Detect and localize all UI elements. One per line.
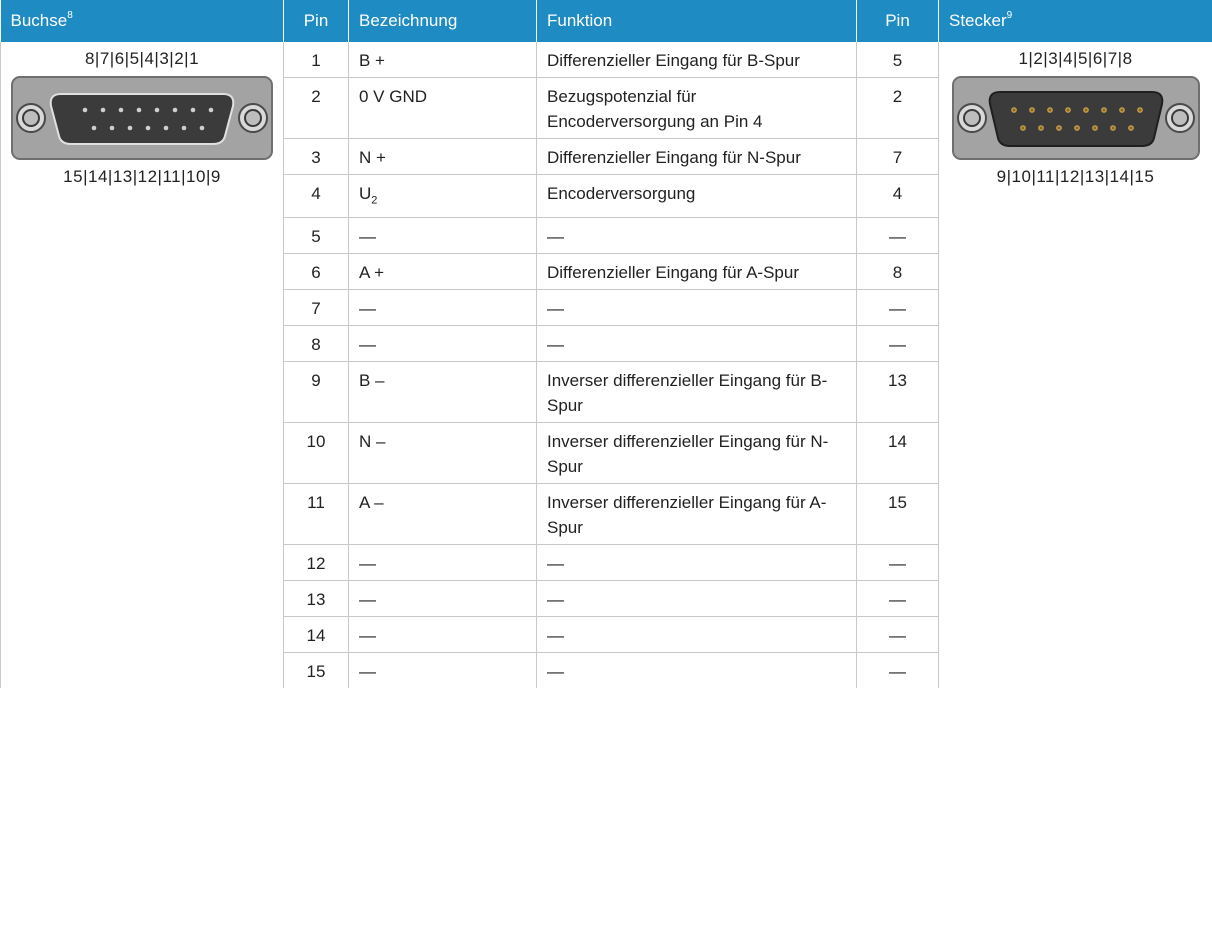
stecker-pin-cell: — xyxy=(856,652,939,689)
stecker-pin-cell: — xyxy=(856,217,939,255)
stecker-pin-cell: 4 xyxy=(856,174,939,219)
stecker-bottom-pin-label: 9|10|11|12|13|14|15 xyxy=(996,167,1155,186)
pin-assignment-table: Buchse8 Pin Bezeichnung Funktion Pin Ste… xyxy=(0,0,1212,689)
stecker-pin-cell: 15 xyxy=(856,483,939,546)
bezeichnung-cell: — xyxy=(348,217,537,255)
funktion-cell: Differenzieller Eingang für A-Spur xyxy=(536,253,857,291)
funktion-cell: — xyxy=(536,580,857,618)
pin-cell: 15 xyxy=(283,652,349,689)
header-bezeichnung: Bezeichnung xyxy=(348,0,537,42)
stecker-top-pin-label: 1|2|3|4|5|6|7|8 xyxy=(1018,49,1133,68)
funktion-cell: — xyxy=(536,544,857,582)
funktion-cell: — xyxy=(536,652,857,689)
male-connector-icon xyxy=(951,76,1200,160)
pin-cell: 1 xyxy=(283,42,349,78)
funktion-cell: — xyxy=(536,289,857,327)
bezeichnung-cell: B – xyxy=(348,361,537,424)
pin-cell: 13 xyxy=(283,580,349,618)
header-stecker: Stecker9 xyxy=(938,0,1212,42)
stecker-pin-cell: — xyxy=(856,616,939,654)
bezeichnung-cell: 0 V GND xyxy=(348,77,537,139)
stecker-pin-cell: 8 xyxy=(856,253,939,291)
buchse-cell: 8|7|6|5|4|3|2|1 15|14|13|12|11|10|9 xyxy=(0,42,284,689)
pin-cell: 2 xyxy=(283,77,349,139)
funktion-cell: Differenzieller Eingang für N-Spur xyxy=(536,138,857,175)
pin-cell: 8 xyxy=(283,325,349,363)
female-connector-icon xyxy=(11,76,273,160)
funktion-cell: Inverser differenzieller Eingang für A-S… xyxy=(536,483,857,546)
pin-cell: 4 xyxy=(283,174,349,219)
funktion-cell: — xyxy=(536,217,857,255)
bezeichnung-cell: A + xyxy=(348,253,537,291)
bezeichnung-cell: U2 xyxy=(348,174,537,219)
bezeichnung-cell: B + xyxy=(348,42,537,78)
funktion-cell: Inverser differenzieller Eingang für N-S… xyxy=(536,422,857,485)
pin-cell: 10 xyxy=(283,422,349,485)
bezeichnung-cell: — xyxy=(348,544,537,582)
funktion-cell: Bezugspotenzial für Encoderversorgung an… xyxy=(536,77,857,139)
stecker-pin-cell: 13 xyxy=(856,361,939,424)
pin-cell: 9 xyxy=(283,361,349,424)
bezeichnung-cell: — xyxy=(348,580,537,618)
bezeichnung-cell: — xyxy=(348,289,537,327)
pin-cell: 12 xyxy=(283,544,349,582)
bezeichnung-cell: N + xyxy=(348,138,537,175)
stecker-pin-cell: 5 xyxy=(856,42,939,78)
stecker-pin-cell: — xyxy=(856,325,939,363)
stecker-pin-cell: 2 xyxy=(856,77,939,139)
pin-cell: 6 xyxy=(283,253,349,291)
buchse-top-pin-label: 8|7|6|5|4|3|2|1 xyxy=(84,49,200,68)
table-header-row: Buchse8 Pin Bezeichnung Funktion Pin Ste… xyxy=(0,0,1212,42)
header-pin: Pin xyxy=(283,0,349,42)
pin-cell: 3 xyxy=(283,138,349,175)
bezeichnung-cell: — xyxy=(348,325,537,363)
funktion-cell: Differenzieller Eingang für B-Spur xyxy=(536,42,857,78)
funktion-cell: — xyxy=(536,325,857,363)
stecker-pin-cell: — xyxy=(856,544,939,582)
bezeichnung-cell: — xyxy=(348,652,537,689)
bezeichnung-cell: A – xyxy=(348,483,537,546)
table-row: 8|7|6|5|4|3|2|1 15|14|13|12|11|10|9 1 B … xyxy=(0,42,1212,689)
header-buchse: Buchse8 xyxy=(0,0,284,42)
funktion-cell: Encoderversorgung xyxy=(536,174,857,219)
stecker-cell: 1|2|3|4|5|6|7|8 9|10|11|12|13|14|15 xyxy=(938,42,1212,689)
stecker-pin-cell: — xyxy=(856,289,939,327)
funktion-cell: — xyxy=(536,616,857,654)
pin-cell: 11 xyxy=(283,483,349,546)
pin-cell: 7 xyxy=(283,289,349,327)
stecker-pin-cell: 7 xyxy=(856,138,939,175)
buchse-bottom-pin-label: 15|14|13|12|11|10|9 xyxy=(63,167,221,186)
stecker-pin-cell: 14 xyxy=(856,422,939,485)
header-pin-stecker: Pin xyxy=(856,0,939,42)
stecker-pin-cell: — xyxy=(856,580,939,618)
pin-cell: 14 xyxy=(283,616,349,654)
pin-cell: 5 xyxy=(283,217,349,255)
bezeichnung-cell: N – xyxy=(348,422,537,485)
funktion-cell: Inverser differenzieller Eingang für B-S… xyxy=(536,361,857,424)
header-funktion: Funktion xyxy=(536,0,857,42)
bezeichnung-cell: — xyxy=(348,616,537,654)
